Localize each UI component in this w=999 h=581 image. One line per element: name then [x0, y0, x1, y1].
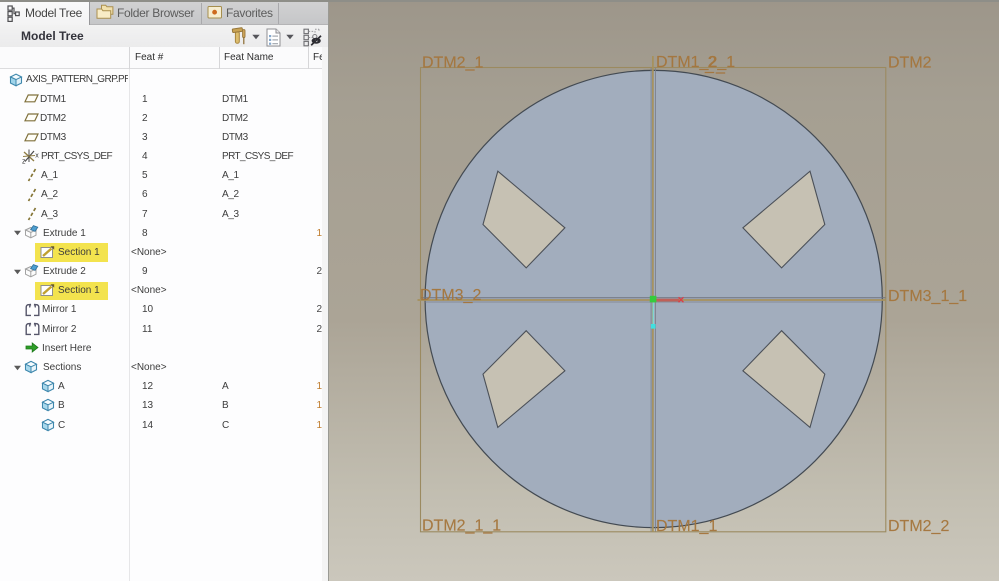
svg-text:z: z: [22, 158, 26, 164]
svg-text:_: _: [704, 57, 715, 74]
svg-text:_: _: [715, 58, 726, 75]
svg-text:DTM2_2: DTM2_2: [888, 518, 949, 535]
svg-text:DTM1_1: DTM1_1: [656, 518, 717, 535]
svg-text:DTM3_1_1: DTM3_1_1: [888, 288, 967, 305]
svg-text:DTM2_1_1: DTM2_1_1: [422, 518, 501, 535]
svg-text:DTM2: DTM2: [888, 54, 932, 71]
svg-text:DTM3_2: DTM3_2: [420, 287, 481, 304]
svg-text:x: x: [35, 152, 39, 159]
svg-text:DTM2_1: DTM2_1: [422, 54, 483, 71]
